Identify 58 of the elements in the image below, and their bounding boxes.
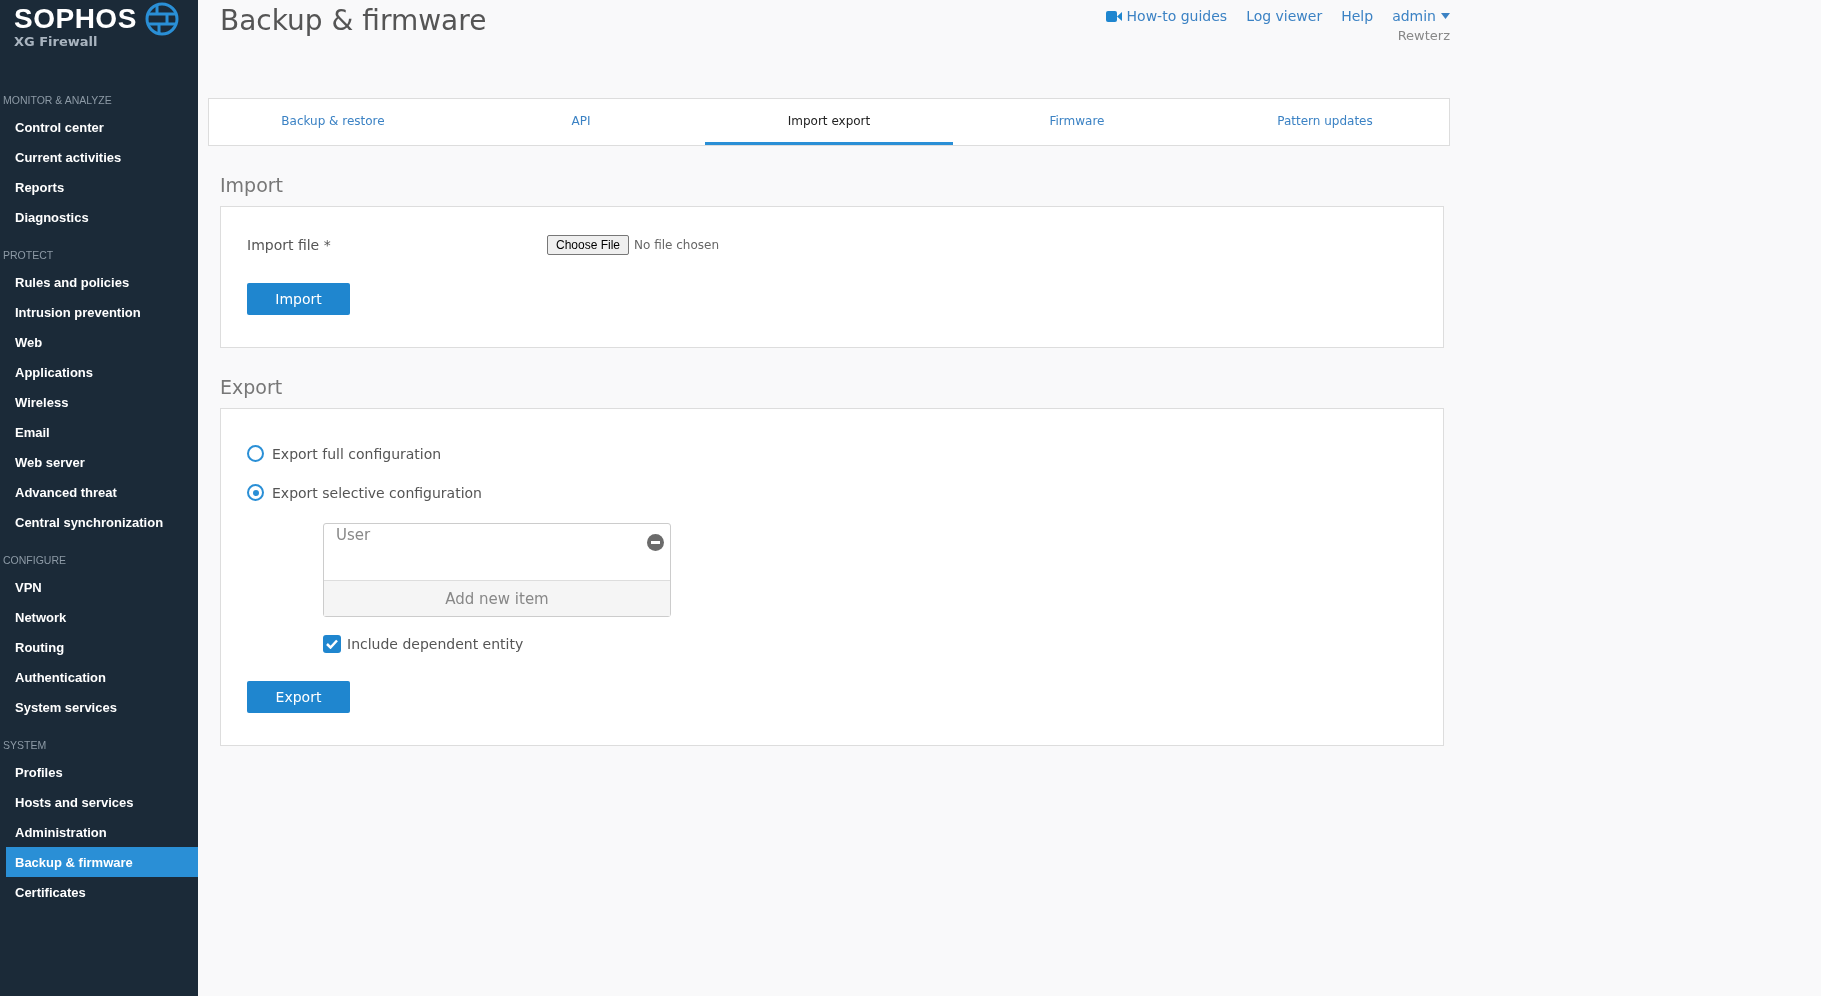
radio-button[interactable] [247, 445, 264, 462]
sidebar-item[interactable]: Rules and policies [6, 267, 198, 297]
tab[interactable]: Pattern updates [1201, 99, 1449, 145]
guides-link[interactable]: How-to guides [1105, 8, 1228, 24]
sidebar-item[interactable]: Intrusion prevention [6, 297, 198, 327]
export-button[interactable]: Export [247, 681, 350, 713]
sidebar-item[interactable]: Profiles [6, 757, 198, 787]
sidebar-item[interactable]: Hosts and services [6, 787, 198, 817]
sidebar-item[interactable]: Network [6, 602, 198, 632]
sidebar-item[interactable]: Email [6, 417, 198, 447]
tab[interactable]: Backup & restore [209, 99, 457, 145]
sidebar-item[interactable]: Diagnostics [6, 202, 198, 232]
sidebar-item[interactable]: Current activities [6, 142, 198, 172]
sidebar-item[interactable]: Wireless [6, 387, 198, 417]
sidebar-item[interactable]: VPN [6, 572, 198, 602]
checkbox[interactable] [323, 635, 341, 653]
field-label: Import file * [247, 237, 332, 253]
sidebar-item[interactable]: Central synchronization [6, 507, 198, 537]
user-menu[interactable]: admin [1392, 8, 1450, 24]
import-button[interactable]: Import [247, 283, 350, 315]
sidebar-item[interactable]: Administration [6, 817, 198, 847]
sidebar-item[interactable]: Web [6, 327, 198, 357]
section-heading: Import [220, 174, 285, 196]
remove-icon[interactable] [647, 534, 664, 551]
page-title: Backup & firmware [220, 4, 487, 39]
sidebar-item[interactable]: Web server [6, 447, 198, 477]
checkbox-label: Include dependent entity [347, 636, 524, 652]
section-heading: Export [220, 376, 284, 398]
list-item-text: User [336, 526, 371, 546]
header-link[interactable]: Log viewer [1246, 8, 1323, 24]
sidebar-item[interactable]: Control center [6, 112, 198, 142]
brand-logo-text: SOPHOS [14, 3, 137, 35]
sidebar-item[interactable]: Certificates [6, 877, 198, 907]
organization-name: Rewterz [1397, 28, 1450, 43]
radio-label: Export selective configuration [272, 484, 482, 501]
radio-label: Export full configuration [272, 445, 442, 462]
sidebar-item[interactable]: Backup & firmware [6, 847, 198, 877]
section-title: CONFIGURE [2, 553, 67, 568]
sidebar-item[interactable]: Reports [6, 172, 198, 202]
section-title: MONITOR & ANALYZE [2, 93, 113, 108]
choose-file-button[interactable]: Choose File [547, 235, 630, 255]
section-title: SYSTEM [2, 738, 48, 753]
tab[interactable]: Firmware [953, 99, 1201, 145]
caret-icon [1441, 13, 1450, 19]
tab[interactable]: API [457, 99, 705, 145]
section-title: PROTECT [2, 248, 55, 263]
tab[interactable]: Import export [705, 99, 953, 145]
globe-icon [144, 2, 179, 36]
file-status: No file chosen [634, 238, 720, 252]
radio-button[interactable] [247, 484, 264, 501]
sidebar-item[interactable]: System services [6, 692, 198, 722]
header-link[interactable]: Help [1341, 8, 1374, 24]
video-camera-icon [1105, 10, 1122, 22]
product-name: XG Firewall [14, 34, 99, 49]
sidebar-item[interactable]: Routing [6, 632, 198, 662]
sidebar-item[interactable]: Advanced threat [6, 477, 198, 507]
sidebar-item[interactable]: Applications [6, 357, 198, 387]
sidebar-item[interactable]: Authentication [6, 662, 198, 692]
